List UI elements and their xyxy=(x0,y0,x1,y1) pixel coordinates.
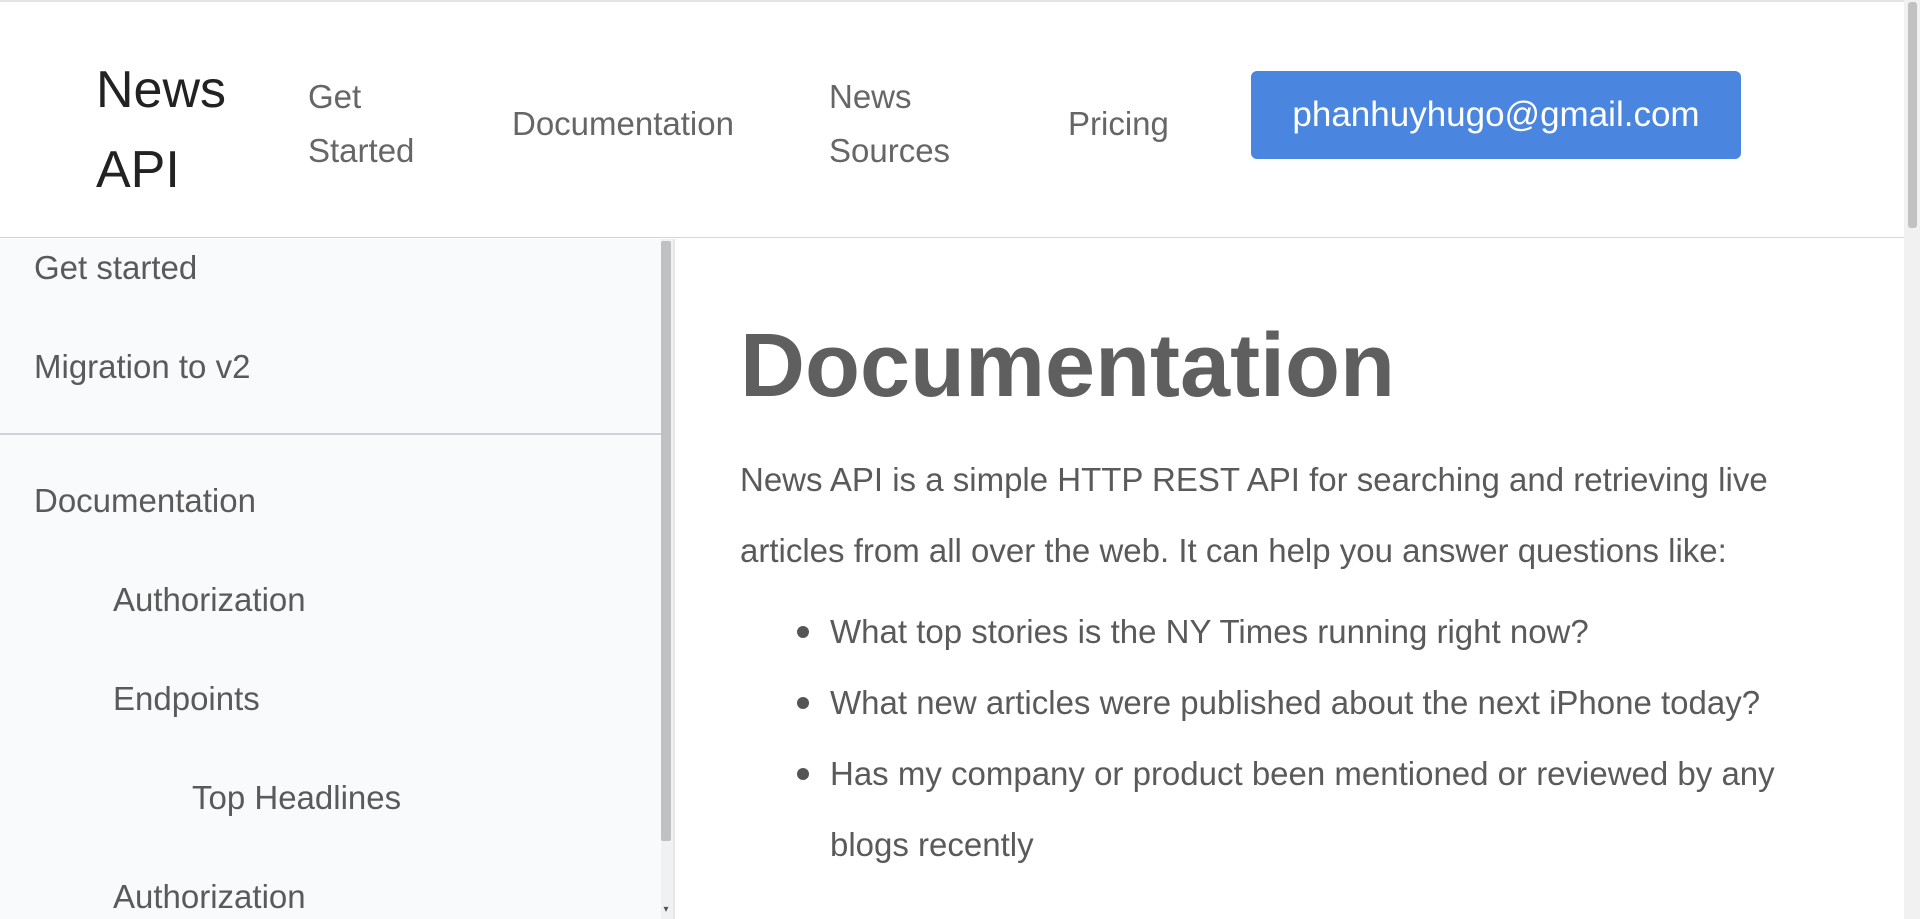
list-item-text: What top stories is the NY Times running… xyxy=(830,613,1589,650)
list-item: Has my company or product been mentioned… xyxy=(740,738,1860,880)
docs-sidebar: Get started Migration to v2 Documentatio… xyxy=(0,239,664,919)
list-item: What new articles were published about t… xyxy=(740,667,1860,738)
sidebar-item-migration[interactable]: Migration to v2 xyxy=(34,345,250,389)
sidebar-divider xyxy=(0,433,664,435)
list-item-text: Has my company or product been mentioned… xyxy=(830,755,1775,863)
nav-pricing[interactable]: Pricing xyxy=(1068,97,1169,151)
intro-paragraph: News API is a simple HTTP REST API for s… xyxy=(740,461,1768,569)
questions-list: What top stories is the NY Times running… xyxy=(740,596,1860,880)
page: News API Get Started Documentation News … xyxy=(0,0,1920,919)
sidebar-item-authorization-2[interactable]: Authorization xyxy=(113,875,306,919)
page-title: Documentation xyxy=(740,316,1396,416)
sidebar-scrollbar-thumb[interactable] xyxy=(661,241,671,841)
bullet-icon xyxy=(797,768,809,780)
sidebar-item-documentation[interactable]: Documentation xyxy=(34,479,256,523)
sidebar-item-endpoints[interactable]: Endpoints xyxy=(113,677,260,721)
nav-documentation[interactable]: Documentation xyxy=(512,97,734,151)
sidebar-item-authorization[interactable]: Authorization xyxy=(113,578,306,622)
bullet-icon xyxy=(797,697,809,709)
main-content: Documentation News API is a simple HTTP … xyxy=(740,239,1900,919)
content-divider xyxy=(673,239,675,919)
scroll-down-arrow-icon[interactable]: ▾ xyxy=(661,904,671,916)
nav-news-sources[interactable]: News Sources xyxy=(829,70,979,178)
sidebar-item-get-started[interactable]: Get started xyxy=(34,246,197,290)
list-item: What top stories is the NY Times running… xyxy=(740,596,1860,667)
sidebar-item-top-headlines[interactable]: Top Headlines xyxy=(192,776,401,820)
bullet-icon xyxy=(797,626,809,638)
window-scrollbar-thumb[interactable] xyxy=(1908,2,1917,228)
top-navbar: News API Get Started Documentation News … xyxy=(0,0,1904,238)
site-logo[interactable]: News API xyxy=(96,50,256,210)
account-button[interactable]: phanhuyhugo@gmail.com xyxy=(1251,71,1741,159)
nav-get-started[interactable]: Get Started xyxy=(308,70,458,178)
list-item-text: What new articles were published about t… xyxy=(830,684,1761,721)
